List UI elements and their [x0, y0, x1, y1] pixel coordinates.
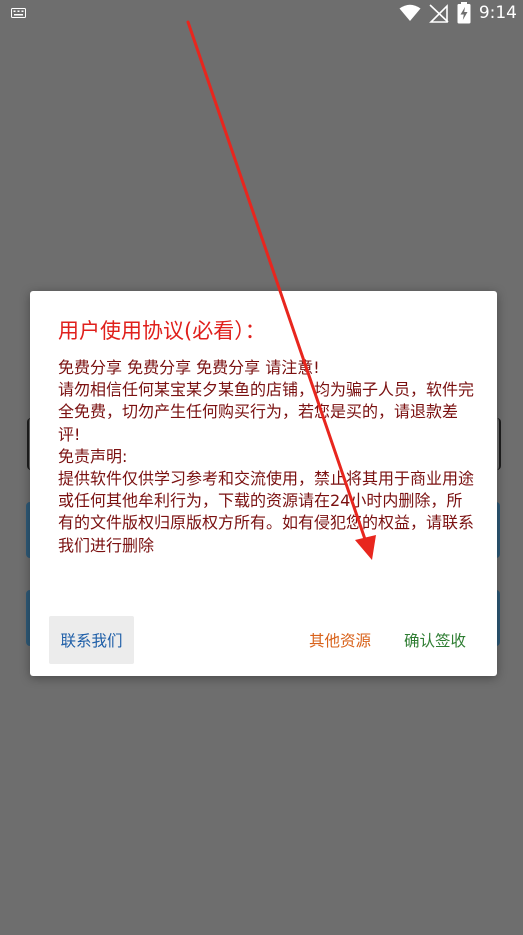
contact-us-button[interactable]: 联系我们	[49, 616, 134, 664]
message-line: 免责声明:	[58, 446, 128, 466]
clock: 9:14	[478, 3, 517, 23]
other-resources-button[interactable]: 其他资源	[300, 616, 380, 664]
message-line: 免费分享 免费分享 免费分享 请注意!	[58, 358, 320, 377]
signal-off-icon	[428, 4, 449, 23]
status-bar: 9:14	[0, 0, 523, 26]
dialog-message: 免费分享 免费分享 免费分享 请注意! 请勿相信任何某宝某夕某鱼的店铺，均为骗子…	[58, 357, 476, 557]
message-line: 提供软件仅供学习参考和交流使用，禁止将其用于商业用途或任何其他牟利行为，下载的资…	[58, 469, 475, 555]
message-line: 请勿相信任何某宝某夕某鱼的店铺，均为骗子人员，软件完全免费，切勿产生任何购买行为…	[58, 380, 475, 444]
wifi-icon	[399, 4, 421, 21]
battery-charging-icon	[457, 2, 471, 24]
user-agreement-dialog: 用户使用协议(必看）： 免费分享 免费分享 免费分享 请注意! 请勿相信任何某宝…	[30, 291, 497, 676]
confirm-receipt-button[interactable]: 确认签收	[395, 616, 475, 664]
keyboard-icon	[11, 8, 26, 18]
dialog-title: 用户使用协议(必看）：	[58, 319, 266, 343]
status-icons: 9:14	[399, 2, 517, 24]
